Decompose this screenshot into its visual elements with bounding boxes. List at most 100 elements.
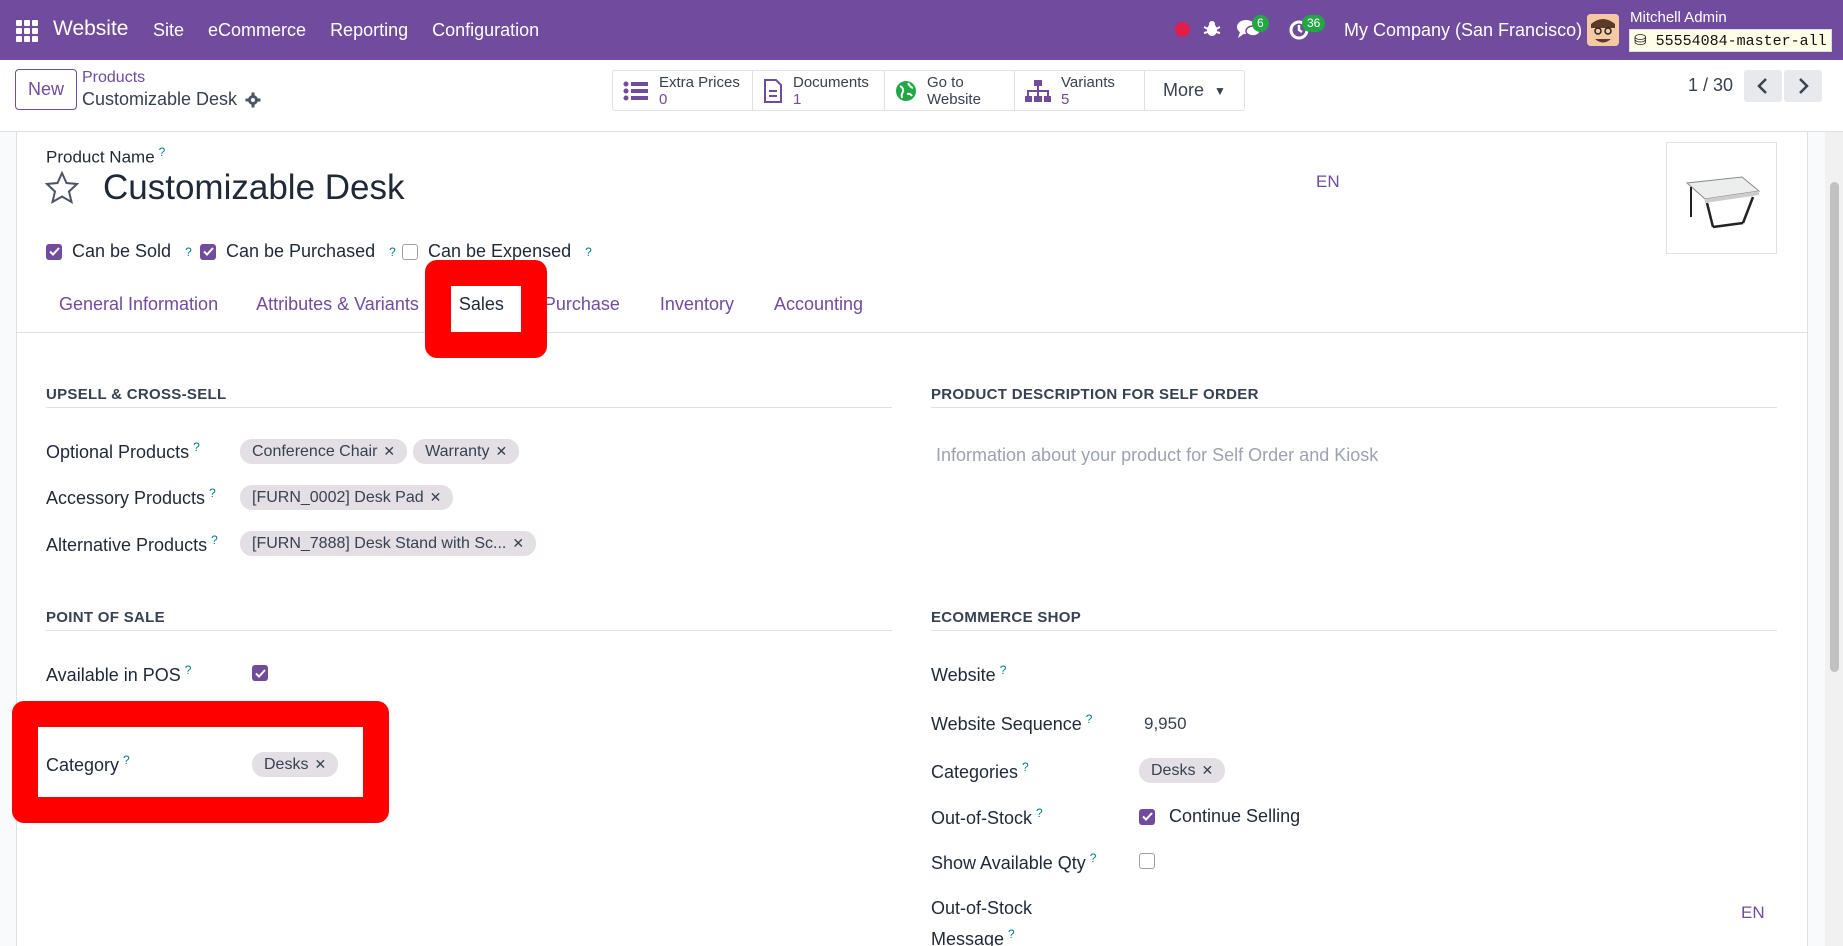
user-name[interactable]: Mitchell Admin bbox=[1630, 9, 1727, 26]
pager-value[interactable]: 1 / 30 bbox=[1688, 75, 1733, 96]
database-name: 55554084-master-all bbox=[1655, 33, 1827, 50]
remove-tag-icon[interactable]: ✕ bbox=[430, 489, 442, 506]
database-icon: ⛁ bbox=[1634, 33, 1647, 50]
check-icon bbox=[48, 247, 60, 256]
help-icon[interactable]: ? bbox=[185, 245, 192, 259]
control-panel: New Products Customizable Desk Extra Pri… bbox=[0, 60, 1843, 132]
help-icon[interactable]: ? bbox=[211, 533, 218, 547]
available-in-pos-checkbox[interactable] bbox=[252, 665, 268, 681]
ecommerce-categories-field[interactable]: Desks ✕ bbox=[1139, 758, 1226, 783]
pager-next-button[interactable] bbox=[1784, 70, 1822, 102]
categories-label: Categories? bbox=[931, 760, 1029, 783]
menu-configuration[interactable]: Configuration bbox=[432, 20, 539, 41]
continue-selling-label[interactable]: Continue Selling bbox=[1169, 806, 1300, 827]
help-icon[interactable]: ? bbox=[185, 663, 192, 677]
help-icon[interactable]: ? bbox=[1036, 806, 1043, 820]
remove-tag-icon[interactable]: ✕ bbox=[383, 443, 395, 460]
menu-reporting[interactable]: Reporting bbox=[330, 20, 408, 41]
variants-button[interactable]: Variants 5 bbox=[1015, 71, 1145, 110]
remove-tag-icon[interactable]: ✕ bbox=[1201, 762, 1213, 779]
product-image[interactable] bbox=[1666, 142, 1777, 254]
can-be-sold-label[interactable]: Can be Sold bbox=[72, 241, 171, 262]
remove-tag-icon[interactable]: ✕ bbox=[512, 535, 524, 552]
help-icon[interactable]: ? bbox=[1000, 663, 1007, 677]
help-icon[interactable]: ? bbox=[389, 245, 396, 259]
product-name-input[interactable]: Customizable Desk bbox=[103, 168, 405, 208]
help-icon[interactable]: ? bbox=[1008, 927, 1015, 941]
documents-label: Documents bbox=[793, 73, 869, 91]
highlight-category-field bbox=[12, 701, 389, 823]
desk-image bbox=[1685, 176, 1761, 229]
menu-ecommerce[interactable]: eCommerce bbox=[208, 20, 306, 41]
optional-products-label: Optional Products? bbox=[46, 440, 200, 463]
can-be-sold-checkbox[interactable] bbox=[46, 243, 62, 260]
apps-menu-icon[interactable] bbox=[16, 20, 38, 42]
oos-message-language-button[interactable]: EN bbox=[1741, 903, 1765, 923]
website-sequence-label: Website Sequence? bbox=[931, 712, 1092, 735]
documents-button[interactable]: Documents 1 bbox=[753, 71, 885, 110]
can-be-expensed-checkbox[interactable] bbox=[402, 243, 418, 260]
out-of-stock-message-label: Out-of-Stock Message? bbox=[931, 895, 1032, 946]
tab-accounting[interactable]: Accounting bbox=[766, 294, 871, 315]
main-menu: Site eCommerce Reporting Configuration bbox=[153, 20, 539, 41]
help-icon[interactable]: ? bbox=[193, 440, 200, 454]
star-icon[interactable] bbox=[45, 171, 79, 205]
can-be-expensed-label[interactable]: Can be Expensed bbox=[428, 241, 571, 262]
show-available-qty-checkbox[interactable] bbox=[1139, 853, 1155, 869]
activities-badge: 36 bbox=[1302, 15, 1326, 32]
out-of-stock-message-label-line2: Message bbox=[931, 929, 1005, 946]
help-icon[interactable]: ? bbox=[1090, 851, 1097, 865]
check-icon bbox=[202, 247, 214, 256]
new-button[interactable]: New bbox=[15, 69, 77, 110]
help-icon[interactable]: ? bbox=[585, 245, 592, 259]
help-icon[interactable]: ? bbox=[1086, 712, 1093, 726]
tab-attributes-variants[interactable]: Attributes & Variants bbox=[248, 294, 427, 315]
can-be-purchased-checkbox[interactable] bbox=[200, 243, 216, 260]
bug-icon[interactable] bbox=[1202, 19, 1222, 39]
optional-products-field[interactable]: Conference Chair ✕ Warranty ✕ bbox=[240, 439, 520, 464]
pager-previous-button[interactable] bbox=[1744, 70, 1782, 102]
continue-selling-field: Continue Selling bbox=[1139, 806, 1300, 827]
user-avatar[interactable] bbox=[1587, 14, 1619, 46]
tab-purchase[interactable]: Purchase bbox=[536, 294, 628, 315]
tag-label: Desks bbox=[1151, 761, 1196, 779]
app-brand[interactable]: Website bbox=[53, 17, 128, 41]
show-available-qty-label-text: Show Available Qty bbox=[931, 853, 1086, 873]
tag-label: [FURN_7888] Desk Stand with Sc... bbox=[252, 534, 507, 552]
website-sequence-input[interactable]: 9,950 bbox=[1144, 714, 1187, 734]
continue-selling-checkbox[interactable] bbox=[1139, 808, 1155, 825]
caret-down-icon: ▼ bbox=[1214, 83, 1226, 98]
can-be-purchased-field: Can be Purchased? bbox=[200, 241, 396, 262]
tabs-divider bbox=[16, 332, 1808, 333]
record-title: Customizable Desk bbox=[82, 89, 261, 110]
scrollbar-thumb[interactable] bbox=[1830, 182, 1839, 672]
help-icon[interactable]: ? bbox=[159, 145, 166, 159]
breadcrumb-products[interactable]: Products bbox=[82, 69, 145, 87]
self-order-section-title: PRODUCT DESCRIPTION FOR SELF ORDER bbox=[931, 386, 1259, 403]
company-switcher[interactable]: My Company (San Francisco) bbox=[1344, 20, 1582, 41]
scrollbar[interactable] bbox=[1825, 132, 1843, 946]
extra-prices-button[interactable]: Extra Prices 0 bbox=[613, 71, 753, 110]
accessory-products-field[interactable]: [FURN_0002] Desk Pad ✕ bbox=[240, 485, 454, 510]
variants-label: Variants bbox=[1061, 73, 1115, 91]
can-be-purchased-label[interactable]: Can be Purchased bbox=[226, 241, 375, 262]
remove-tag-icon[interactable]: ✕ bbox=[495, 443, 507, 460]
record-dot-icon[interactable] bbox=[1175, 22, 1190, 37]
section-divider bbox=[46, 407, 892, 408]
menu-site[interactable]: Site bbox=[153, 20, 184, 41]
alternative-products-field[interactable]: [FURN_7888] Desk Stand with Sc... ✕ bbox=[240, 531, 537, 556]
go-to-website-button[interactable]: Go to Website bbox=[885, 71, 1015, 110]
name-language-button[interactable]: EN bbox=[1316, 172, 1340, 192]
section-divider bbox=[931, 630, 1777, 631]
product-name-label-text: Product Name bbox=[46, 147, 155, 167]
tab-general-information[interactable]: General Information bbox=[51, 294, 226, 315]
gear-icon[interactable] bbox=[245, 92, 261, 108]
help-icon[interactable]: ? bbox=[209, 486, 216, 500]
self-order-description-input[interactable]: Information about your product for Self … bbox=[936, 445, 1378, 466]
tag-conference-chair: Conference Chair ✕ bbox=[240, 439, 408, 464]
tag-desk-pad: [FURN_0002] Desk Pad ✕ bbox=[240, 485, 454, 510]
tab-inventory[interactable]: Inventory bbox=[652, 294, 742, 315]
more-dropdown[interactable]: More ▼ bbox=[1145, 71, 1244, 110]
section-divider bbox=[931, 407, 1777, 408]
help-icon[interactable]: ? bbox=[1022, 760, 1029, 774]
